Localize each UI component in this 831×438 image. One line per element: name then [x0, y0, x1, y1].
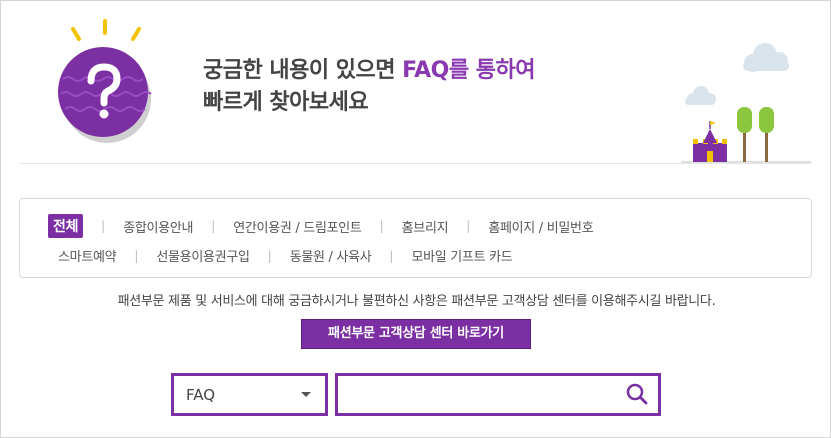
search-icon[interactable] — [625, 382, 649, 406]
title-line-1: 궁금한 내용이 있으면 FAQ를 통하여 — [203, 55, 535, 87]
title-prefix: 궁금한 내용이 있으면 — [203, 58, 403, 83]
category-separator: | — [389, 248, 394, 263]
faq-page: 궁금한 내용이 있으면 FAQ를 통하여 빠르게 찾아보세요 전체 | 종합이용… — [0, 0, 831, 438]
search-type-value: FAQ — [186, 385, 216, 404]
category-homepage-password[interactable]: 홈페이지 / 비밀번호 — [488, 217, 593, 236]
category-row-2: 스마트예약 | 선물용이용권구입 | 동물원 / 사육사 | 모바일 기프트 카… — [58, 246, 513, 266]
category-separator: | — [267, 248, 272, 263]
category-separator: | — [134, 248, 139, 263]
customer-center-button[interactable]: 패션부문 고객상담 센터 바로가기 — [301, 319, 531, 349]
category-annual-pass[interactable]: 연간이용권 / 드림포인트 — [233, 217, 362, 236]
category-separator: | — [379, 219, 384, 233]
castle-scene-illustration — [681, 43, 811, 163]
category-separator: | — [466, 219, 471, 233]
page-title: 궁금한 내용이 있으면 FAQ를 통하여 빠르게 찾아보세요 — [203, 55, 535, 119]
title-accent: FAQ를 통하여 — [402, 58, 535, 83]
customer-center-notice: 패션부문 제품 및 서비스에 대해 궁금하시거나 불편하신 사항은 패션부문 고… — [117, 294, 716, 309]
hero-divider — [19, 163, 812, 164]
title-line-2: 빠르게 찾아보세요 — [203, 90, 369, 115]
search-type-select[interactable]: FAQ — [171, 373, 328, 416]
category-all[interactable]: 전체 — [48, 214, 84, 238]
category-smart-reservation[interactable]: 스마트예약 — [58, 246, 117, 265]
category-gift-ticket[interactable]: 선물용이용권구입 — [156, 246, 250, 265]
category-general-guide[interactable]: 종합이용안내 — [123, 217, 193, 236]
category-home-bridge[interactable]: 홈브리지 — [402, 217, 449, 236]
category-mobile-gift-card[interactable]: 모바일 기프트 카드 — [411, 246, 512, 265]
category-separator: | — [101, 219, 106, 233]
category-zoo-keeper[interactable]: 동물원 / 사육사 — [290, 246, 372, 265]
category-separator: | — [211, 219, 216, 233]
search-input[interactable] — [335, 373, 661, 416]
category-row-1: 전체 | 종합이용안내 | 연간이용권 / 드림포인트 | 홈브리지 | 홈페이… — [48, 214, 594, 238]
caret-down-icon — [301, 392, 311, 397]
category-filter: 전체 | 종합이용안내 | 연간이용권 / 드림포인트 | 홈브리지 | 홈페이… — [19, 198, 812, 278]
question-mark-icon — [58, 19, 152, 143]
